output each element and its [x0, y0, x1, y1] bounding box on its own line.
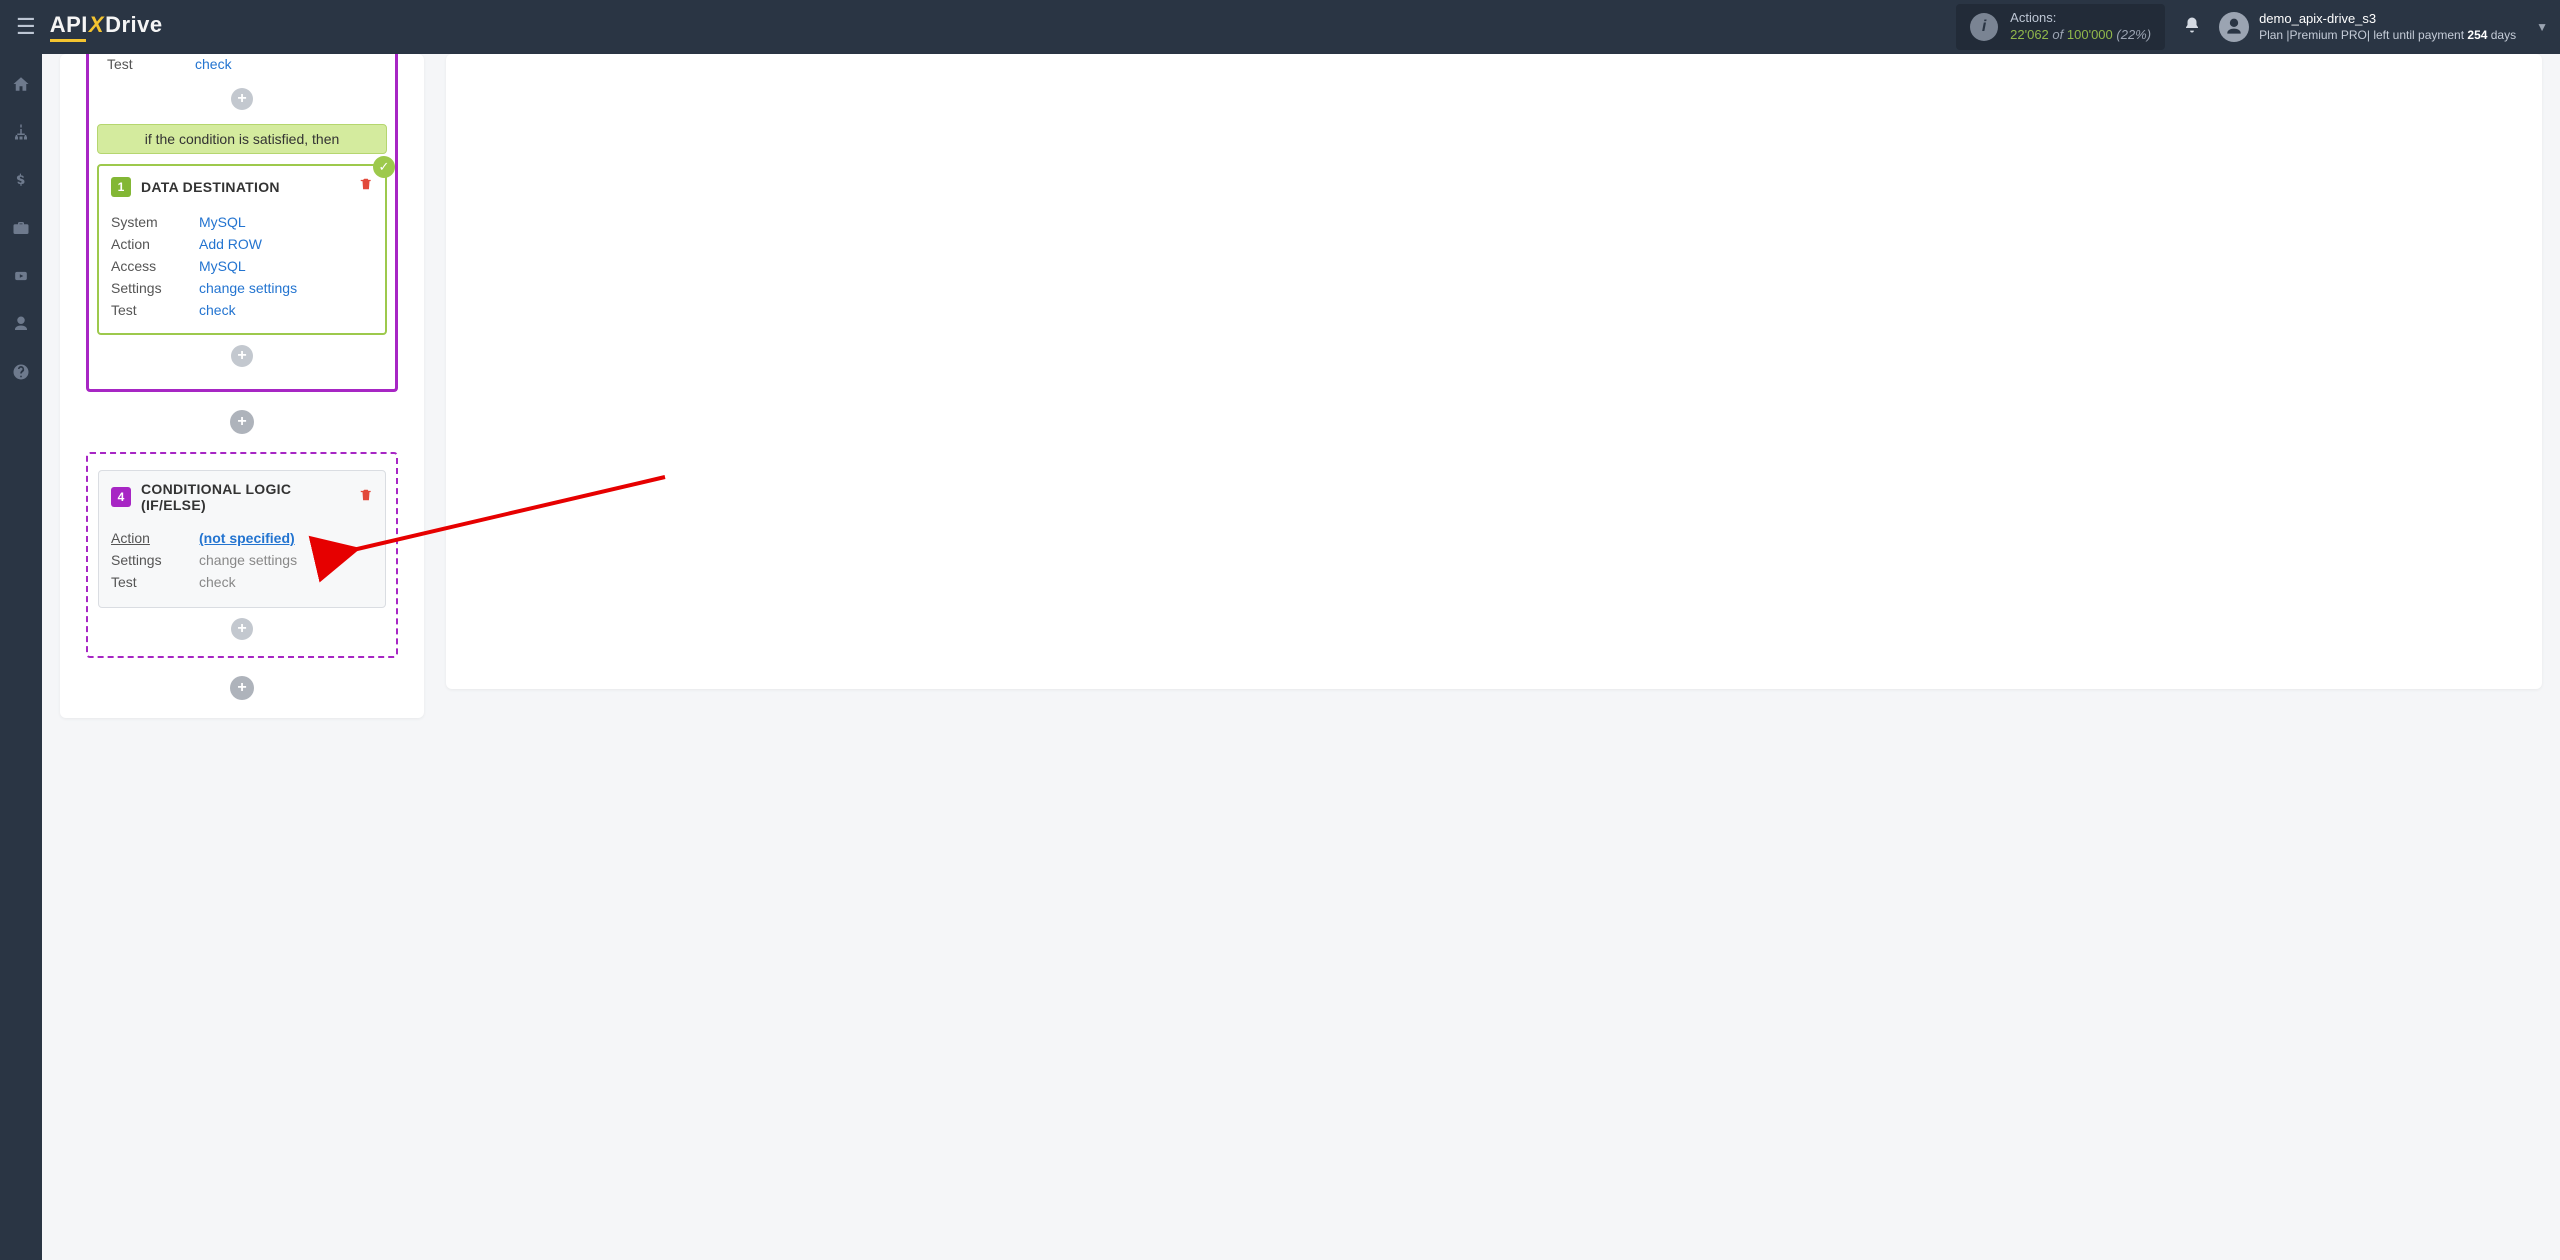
user-plan: Plan |Premium PRO| left until payment 25…	[2259, 28, 2516, 44]
test-label: Test	[107, 56, 195, 72]
action-label: Action	[111, 236, 199, 252]
chevron-down-icon: ▼	[2536, 20, 2548, 34]
cl-settings-label: Settings	[111, 552, 199, 568]
access-label: Access	[111, 258, 199, 274]
settings-label: Settings	[111, 280, 199, 296]
add-inner-step-button[interactable]: +	[231, 618, 253, 640]
system-label: System	[111, 214, 199, 230]
logo-x: X	[89, 12, 104, 37]
cl-test-label: Test	[111, 574, 199, 590]
actions-total: 100'000	[2067, 27, 2113, 42]
workflow-panel: Test check + if the condition is satisfi…	[60, 54, 424, 718]
add-step-button[interactable]: +	[231, 88, 253, 110]
system-value[interactable]: MySQL	[199, 214, 246, 230]
avatar-icon	[2219, 12, 2249, 42]
logo-drive: Drive	[105, 12, 163, 37]
logo-underline	[50, 39, 86, 42]
new-conditional-block: 4 CONDITIONAL LOGIC (IF/ELSE) Action(not…	[86, 452, 398, 658]
check-icon: ✓	[373, 156, 395, 178]
user-menu[interactable]: demo_apix-drive_s3 Plan |Premium PRO| le…	[2219, 11, 2548, 43]
condition-satisfied-label: if the condition is satisfied, then	[97, 124, 387, 154]
sitemap-icon[interactable]	[11, 122, 31, 142]
topbar: ☰ APIXDrive i Actions: 22'062 of 100'000…	[0, 0, 2560, 54]
actions-pct: (22%)	[2116, 27, 2151, 42]
trash-icon[interactable]	[359, 176, 373, 197]
cl-title: CONDITIONAL LOGIC (IF/ELSE)	[141, 481, 359, 513]
actions-of: of	[2052, 27, 2063, 42]
user-icon[interactable]	[11, 314, 31, 334]
test-check-link[interactable]: check	[195, 56, 232, 72]
home-icon[interactable]	[11, 74, 31, 94]
details-panel	[446, 54, 2542, 689]
info-icon: i	[1970, 13, 1998, 41]
settings-value[interactable]: change settings	[199, 280, 297, 296]
action-value[interactable]: Add ROW	[199, 236, 262, 252]
cl-action-value[interactable]: (not specified)	[199, 530, 295, 546]
dest-title: DATA DESTINATION	[141, 179, 359, 195]
notifications-icon[interactable]	[2183, 16, 2201, 39]
cl-action-label: Action	[111, 530, 199, 546]
add-step-button-2[interactable]: +	[231, 345, 253, 367]
access-value[interactable]: MySQL	[199, 258, 246, 274]
cl-test-value: check	[199, 574, 236, 590]
youtube-icon[interactable]	[11, 266, 31, 286]
user-name: demo_apix-drive_s3	[2259, 11, 2516, 28]
actions-count: 22'062	[2010, 27, 2049, 42]
help-icon[interactable]	[11, 362, 31, 382]
dest-test-label: Test	[111, 302, 199, 318]
dest-test-value[interactable]: check	[199, 302, 236, 318]
trash-icon[interactable]	[359, 487, 373, 508]
dest-number: 1	[111, 177, 131, 197]
dollar-icon[interactable]	[11, 170, 31, 190]
cl-settings-value: change settings	[199, 552, 297, 568]
actions-counter[interactable]: i Actions: 22'062 of 100'000 (22%)	[1956, 4, 2165, 50]
logo[interactable]: APIXDrive	[50, 12, 163, 42]
briefcase-icon[interactable]	[11, 218, 31, 238]
menu-toggle[interactable]: ☰	[12, 10, 40, 44]
data-destination-card: ✓ 1 DATA DESTINATION SystemMySQL ActionA…	[97, 164, 387, 335]
conditional-logic-block: Test check + if the condition is satisfi…	[86, 54, 398, 392]
sidebar	[0, 54, 42, 1260]
add-block-button[interactable]: +	[230, 410, 254, 434]
logo-api: API	[50, 12, 88, 37]
actions-label: Actions:	[2010, 10, 2151, 27]
add-block-button-2[interactable]: +	[230, 676, 254, 700]
cl-number: 4	[111, 487, 131, 507]
